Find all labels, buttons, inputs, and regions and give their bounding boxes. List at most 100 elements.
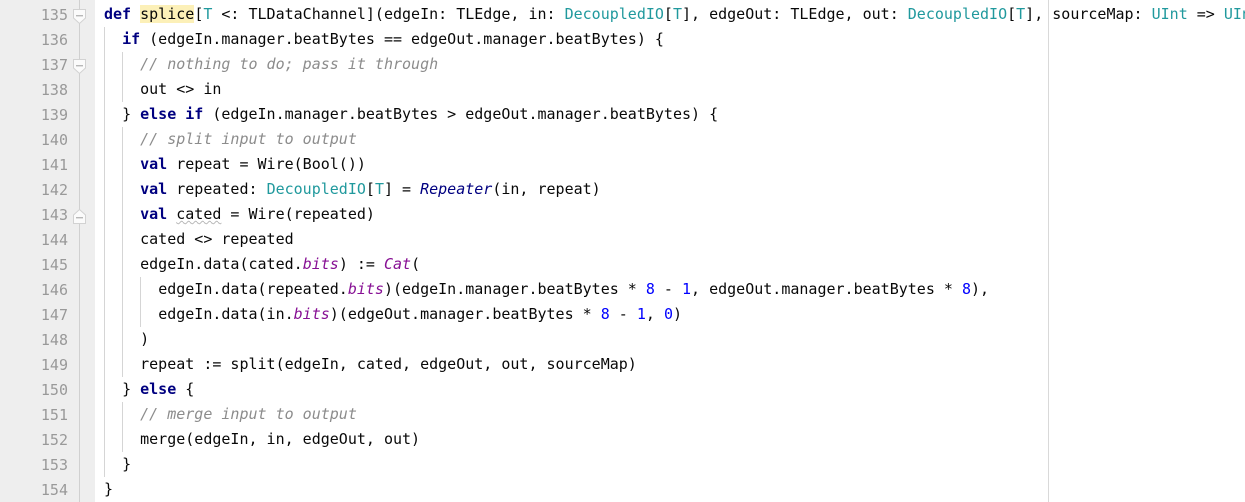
code-token-plain: } xyxy=(122,105,141,123)
code-token-plain: - xyxy=(609,305,637,323)
code-token-plain: ) xyxy=(672,305,682,323)
line-number: 154 xyxy=(40,481,68,499)
code-text[interactable]: edgeIn.data(in.bits)(edgeOut.manager.bea… xyxy=(104,305,682,323)
code-text[interactable]: def splice[T <: TLDataChannel](edgeIn: T… xyxy=(104,5,1245,23)
code-token-cmt: // split input to output xyxy=(140,130,357,148)
line-number: 136 xyxy=(40,31,68,49)
code-text[interactable]: val repeated: DecoupledIO[T] = Repeater(… xyxy=(104,180,601,198)
code-text[interactable]: // merge input to output xyxy=(104,405,357,423)
code-token-type: T xyxy=(1016,5,1026,23)
line-number: 148 xyxy=(40,331,68,349)
code-token-plain: (edgeIn.manager.beatBytes == edgeOut.man… xyxy=(140,30,664,48)
code-line[interactable]: 152 merge(edgeIn, in, edgeOut, out) xyxy=(0,427,1245,452)
code-text[interactable]: val cated = Wire(repeated) xyxy=(104,205,375,223)
code-token-plain: (in, repeat) xyxy=(492,180,601,198)
line-number: 146 xyxy=(40,281,68,299)
code-line[interactable]: 141 val repeat = Wire(Bool()) xyxy=(0,152,1245,177)
code-line[interactable]: 153 } xyxy=(0,452,1245,477)
code-text[interactable]: edgeIn.data(cated.bits) := Cat( xyxy=(104,255,420,273)
code-token-typo: cated xyxy=(176,205,222,223)
code-line[interactable]: 146 edgeIn.data(repeated.bits)(edgeIn.ma… xyxy=(0,277,1245,302)
code-line[interactable]: 138 out <> in xyxy=(0,77,1245,102)
code-line[interactable]: 147 edgeIn.data(in.bits)(edgeOut.manager… xyxy=(0,302,1245,327)
line-number: 137 xyxy=(40,56,68,74)
code-line[interactable]: 149 repeat := split(edgeIn, cated, edgeO… xyxy=(0,352,1245,377)
code-token-kw: else xyxy=(140,380,177,398)
code-token-hl: splice xyxy=(140,5,195,23)
line-number: 153 xyxy=(40,456,68,474)
code-text[interactable]: if (edgeIn.manager.beatBytes == edgeOut.… xyxy=(104,30,664,48)
code-token-kw: def xyxy=(104,5,132,23)
code-token-plain: , xyxy=(645,305,664,323)
code-token-plain: - xyxy=(654,280,682,298)
code-token-plain: [ xyxy=(365,180,375,198)
line-number: 144 xyxy=(40,231,68,249)
code-line[interactable]: 151 // merge input to output xyxy=(0,402,1245,427)
code-line[interactable]: 144 cated <> repeated xyxy=(0,227,1245,252)
code-token-plain: { xyxy=(176,380,195,398)
code-line[interactable]: 140 // split input to output xyxy=(0,127,1245,152)
code-text[interactable]: val repeat = Wire(Bool()) xyxy=(104,155,366,173)
code-line[interactable]: 143 val cated = Wire(repeated) xyxy=(0,202,1245,227)
code-text[interactable]: repeat := split(edgeIn, cated, edgeOut, … xyxy=(104,355,637,373)
code-token-type: DecoupledIO xyxy=(907,5,1008,23)
code-token-num: 8 xyxy=(961,280,971,298)
code-editor[interactable]: 135 def splice[T <: TLDataChannel](edgeIn… xyxy=(0,0,1245,502)
code-line[interactable]: 139 } else if (edgeIn.manager.beatBytes … xyxy=(0,102,1245,224)
code-token-field: bits xyxy=(293,305,330,323)
fold-collapse-icon[interactable] xyxy=(72,8,87,25)
code-text[interactable]: } xyxy=(104,480,113,498)
code-token-cmt: // merge input to output xyxy=(140,405,357,423)
code-token-plain: } xyxy=(122,380,141,398)
code-token-kw: else if xyxy=(140,105,204,123)
code-line[interactable]: 150 } else { xyxy=(0,377,1245,402)
code-text[interactable]: // nothing to do; pass it through xyxy=(104,55,438,73)
line-number: 151 xyxy=(40,406,68,424)
code-text[interactable]: ) xyxy=(104,330,149,348)
code-line[interactable]: 142 val repeated: DecoupledIO[T] = Repea… xyxy=(0,177,1245,202)
code-line[interactable]: 135 def splice[T <: TLDataChannel](edgeIn… xyxy=(0,2,1245,27)
code-token-type: UInt xyxy=(1151,5,1188,23)
code-text[interactable]: } else { xyxy=(104,380,194,398)
code-text[interactable]: out <> in xyxy=(104,80,221,98)
code-token-plain: repeat := split(edgeIn, cated, edgeOut, … xyxy=(140,355,637,373)
line-number: 142 xyxy=(40,181,68,199)
code-line[interactable]: 154} xyxy=(0,477,1245,502)
code-token-plain: repeat = Wire(Bool()) xyxy=(167,155,366,173)
code-token-plain: ), xyxy=(971,280,990,298)
code-line[interactable]: 145 edgeIn.data(cated.bits) := Cat( xyxy=(0,252,1245,277)
code-line[interactable]: 148 ) xyxy=(0,327,1245,352)
code-line[interactable]: 137 // nothing to do; pass it through xyxy=(0,52,1245,77)
code-token-plain: merge(edgeIn, in, edgeOut, out) xyxy=(140,430,421,448)
code-token-kw: val xyxy=(140,155,168,173)
code-token-plain: )(edgeOut.manager.beatBytes * xyxy=(329,305,601,323)
code-line[interactable]: 136 if (edgeIn.manager.beatBytes == edge… xyxy=(0,27,1245,75)
code-token-plain: edgeIn.data(in. xyxy=(158,305,294,323)
code-token-kw: val xyxy=(140,180,168,198)
code-text[interactable]: } else if (edgeIn.manager.beatBytes > ed… xyxy=(104,105,718,123)
code-text[interactable]: // split input to output xyxy=(104,130,357,148)
code-text[interactable]: merge(edgeIn, in, edgeOut, out) xyxy=(104,430,420,448)
code-text[interactable]: } xyxy=(104,455,131,473)
line-number: 141 xyxy=(40,156,68,174)
code-token-plain: cated <> repeated xyxy=(140,230,294,248)
code-token-cmt: // nothing to do; pass it through xyxy=(140,55,439,73)
code-token-plain: ], sourceMap: xyxy=(1025,5,1152,23)
code-text[interactable]: edgeIn.data(repeated.bits)(edgeIn.manage… xyxy=(104,280,989,298)
code-token-kw: if xyxy=(122,30,141,48)
line-number: 140 xyxy=(40,131,68,149)
code-text[interactable]: cated <> repeated xyxy=(104,230,294,248)
code-token-num: 8 xyxy=(600,305,610,323)
